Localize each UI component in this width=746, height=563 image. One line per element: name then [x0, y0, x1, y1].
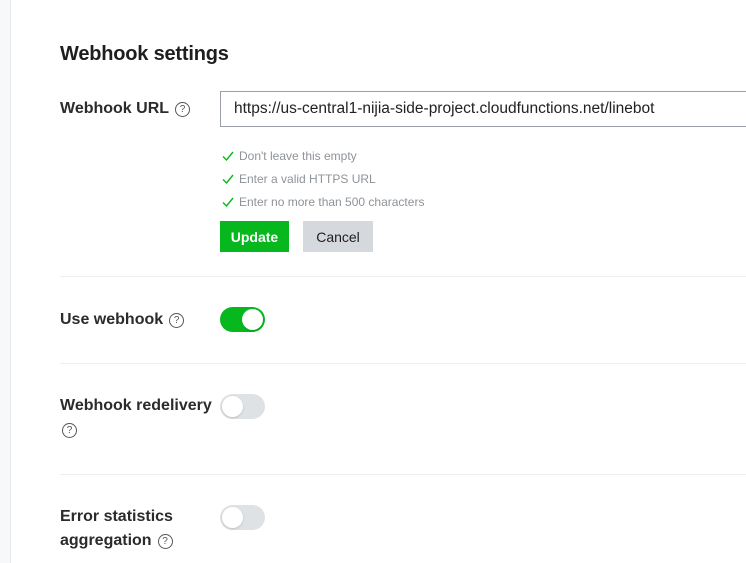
webhook-url-label: Webhook URL [60, 100, 170, 117]
divider [60, 276, 746, 277]
validation-rule: Don't leave this empty [220, 144, 424, 167]
toggle-knob [222, 396, 243, 417]
left-sidebar-edge [0, 0, 11, 563]
help-icon[interactable]: ? [175, 102, 191, 117]
toggle-knob [242, 309, 263, 330]
validation-rule-text: Enter a valid HTTPS URL [239, 171, 376, 186]
validation-rule: Enter no more than 500 characters [220, 190, 424, 213]
check-icon [222, 174, 234, 184]
help-icon[interactable]: ? [62, 423, 77, 438]
use-webhook-label: Use webhook [60, 311, 164, 328]
error-stats-label-row: Error statistics aggregation? [60, 505, 173, 553]
validation-rule-text: Enter no more than 500 characters [239, 194, 425, 209]
redelivery-label-row: Webhook redelivery ? [60, 394, 212, 442]
cancel-button[interactable]: Cancel [303, 221, 373, 252]
webhook-redelivery-toggle[interactable] [220, 394, 265, 419]
use-webhook-label-row: Use webhook? [60, 308, 185, 332]
check-icon [222, 151, 234, 161]
divider [60, 363, 746, 364]
divider [60, 474, 746, 475]
validation-rule: Enter a valid HTTPS URL [220, 167, 424, 190]
webhook-url-label-row: Webhook URL? [60, 97, 191, 121]
error-stats-label-line1: Error statistics [60, 508, 173, 525]
help-icon[interactable]: ? [157, 534, 173, 549]
validation-rules: Don't leave this empty Enter a valid HTT… [220, 144, 424, 213]
webhook-url-input[interactable] [220, 91, 746, 127]
help-icon[interactable]: ? [169, 313, 185, 328]
error-statistics-toggle[interactable] [220, 505, 265, 530]
redelivery-label: Webhook redelivery [60, 397, 212, 414]
use-webhook-toggle[interactable] [220, 307, 265, 332]
toggle-knob [222, 507, 243, 528]
error-stats-label-line2: aggregation [60, 532, 152, 549]
validation-rule-text: Don't leave this empty [239, 148, 357, 163]
section-title: Webhook settings [60, 43, 229, 65]
check-icon [222, 197, 234, 207]
webhook-settings-panel: Webhook settings Webhook URL? Don't leav… [60, 0, 746, 563]
update-button[interactable]: Update [220, 221, 289, 252]
